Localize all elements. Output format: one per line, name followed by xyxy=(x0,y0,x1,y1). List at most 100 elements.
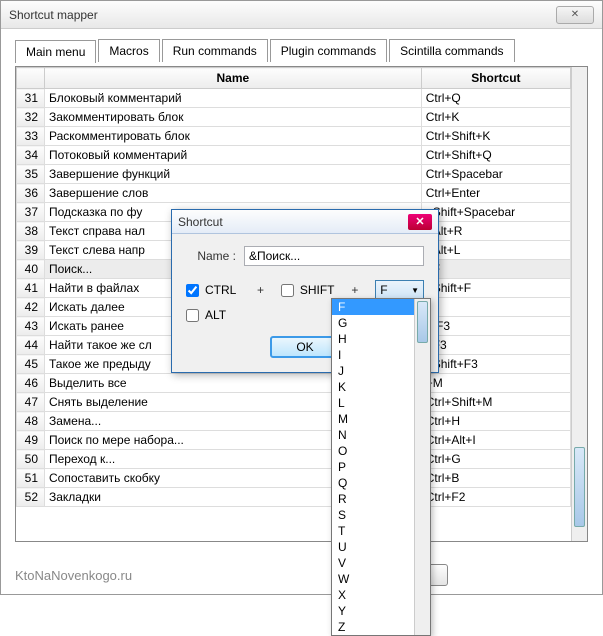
dropdown-option[interactable]: S xyxy=(332,507,414,523)
chevron-down-icon: ▼ xyxy=(411,286,419,295)
table-row[interactable]: 49Поиск по мере набора...Ctrl+Alt+I xyxy=(17,431,571,450)
dropdown-scrollbar[interactable] xyxy=(414,299,430,635)
cell-shortcut: +Shift+Spacebar xyxy=(421,203,570,222)
row-number: 41 xyxy=(17,279,45,298)
row-number: 36 xyxy=(17,184,45,203)
row-number: 37 xyxy=(17,203,45,222)
tab-main-menu[interactable]: Main menu xyxy=(15,40,96,63)
table-row[interactable]: 33Раскомментировать блокCtrl+Shift+K xyxy=(17,127,571,146)
watermark-text: KtoNaNovenkogo.ru xyxy=(15,568,132,583)
cell-shortcut: +Shift+F3 xyxy=(421,355,570,374)
name-field-input[interactable] xyxy=(244,246,424,266)
dropdown-option[interactable]: J xyxy=(332,363,414,379)
cell-shortcut: Ctrl+Alt+I xyxy=(421,431,570,450)
dropdown-option[interactable]: K xyxy=(332,379,414,395)
row-number: 42 xyxy=(17,298,45,317)
cell-shortcut xyxy=(421,298,570,317)
row-number: 35 xyxy=(17,165,45,184)
cell-shortcut: +F3 xyxy=(421,336,570,355)
table-row[interactable]: 36Завершение словCtrl+Enter xyxy=(17,184,571,203)
dropdown-option[interactable]: X xyxy=(332,587,414,603)
cell-shortcut: +Alt+L xyxy=(421,241,570,260)
row-number: 32 xyxy=(17,108,45,127)
window-close-button[interactable]: ✕ xyxy=(556,6,594,24)
dropdown-option[interactable]: Y xyxy=(332,603,414,619)
table-row[interactable]: 51Сопоставить скобкуCtrl+B xyxy=(17,469,571,488)
window-titlebar: Shortcut mapper ✕ xyxy=(1,1,602,29)
cell-shortcut: +Shift+F xyxy=(421,279,570,298)
cell-shortcut: +F xyxy=(421,260,570,279)
row-number: 45 xyxy=(17,355,45,374)
cell-shortcut: Ctrl+G xyxy=(421,450,570,469)
window-title: Shortcut mapper xyxy=(9,8,98,22)
row-number: 47 xyxy=(17,393,45,412)
table-row[interactable]: 35Завершение функцийCtrl+Spacebar xyxy=(17,165,571,184)
shortcut-header[interactable]: Shortcut xyxy=(421,68,570,89)
cell-shortcut: Ctrl+K xyxy=(421,108,570,127)
row-number: 38 xyxy=(17,222,45,241)
name-header[interactable]: Name xyxy=(45,68,422,89)
dropdown-option[interactable]: L xyxy=(332,395,414,411)
table-row[interactable]: 48Замена...Ctrl+H xyxy=(17,412,571,431)
dropdown-option[interactable]: N xyxy=(332,427,414,443)
table-row[interactable]: 31Блоковый комментарийCtrl+Q xyxy=(17,89,571,108)
dropdown-option[interactable]: R xyxy=(332,491,414,507)
table-row[interactable]: 46Выделить все+M xyxy=(17,374,571,393)
cell-name: Блоковый комментарий xyxy=(45,89,422,108)
dropdown-option[interactable]: V xyxy=(332,555,414,571)
table-row[interactable]: 50Переход к...Ctrl+G xyxy=(17,450,571,469)
cell-shortcut: Ctrl+Spacebar xyxy=(421,165,570,184)
tab-run-commands[interactable]: Run commands xyxy=(162,39,268,62)
ctrl-checkbox[interactable] xyxy=(186,284,199,297)
cell-name: Потоковый комментарий xyxy=(45,146,422,165)
dropdown-option[interactable]: H xyxy=(332,331,414,347)
table-row[interactable]: 34Потоковый комментарийCtrl+Shift+Q xyxy=(17,146,571,165)
cell-shortcut: Ctrl+F2 xyxy=(421,488,570,507)
cell-shortcut: +M xyxy=(421,374,570,393)
key-dropdown-list[interactable]: FGHIJKLMNOPQRSTUVWXYZ xyxy=(331,298,431,636)
table-row[interactable]: 32Закомментировать блокCtrl+K xyxy=(17,108,571,127)
cell-name: Раскомментировать блок xyxy=(45,127,422,146)
row-number: 33 xyxy=(17,127,45,146)
dropdown-option[interactable]: F xyxy=(332,299,414,315)
name-field-label: Name : xyxy=(186,249,244,263)
dropdown-option[interactable]: P xyxy=(332,459,414,475)
dropdown-option[interactable]: M xyxy=(332,411,414,427)
dropdown-option[interactable]: I xyxy=(332,347,414,363)
row-number: 46 xyxy=(17,374,45,393)
shift-checkbox[interactable] xyxy=(281,284,294,297)
dropdown-option[interactable]: Q xyxy=(332,475,414,491)
dropdown-option[interactable]: Z xyxy=(332,619,414,635)
row-number: 31 xyxy=(17,89,45,108)
cell-name: Завершение слов xyxy=(45,184,422,203)
tab-plugin-commands[interactable]: Plugin commands xyxy=(270,39,387,62)
dropdown-option[interactable]: U xyxy=(332,539,414,555)
tab-macros[interactable]: Macros xyxy=(98,39,159,62)
cell-shortcut: Ctrl+H xyxy=(421,412,570,431)
dropdown-option[interactable]: T xyxy=(332,523,414,539)
dropdown-option[interactable]: G xyxy=(332,315,414,331)
tab-scintilla-commands[interactable]: Scintilla commands xyxy=(389,39,514,62)
table-row[interactable]: 47Снять выделениеCtrl+Shift+M xyxy=(17,393,571,412)
row-number: 34 xyxy=(17,146,45,165)
table-row[interactable]: 52ЗакладкиCtrl+F2 xyxy=(17,488,571,507)
cell-shortcut: Ctrl+Shift+M xyxy=(421,393,570,412)
dropdown-option[interactable]: O xyxy=(332,443,414,459)
key-select[interactable]: F ▼ xyxy=(375,280,424,300)
dialog-close-button[interactable]: ✕ xyxy=(408,214,432,230)
key-select-value: F xyxy=(380,283,387,297)
plus-1: + xyxy=(255,283,266,297)
dialog-titlebar: Shortcut ✕ xyxy=(172,210,438,234)
dropdown-option[interactable]: W xyxy=(332,571,414,587)
row-number: 48 xyxy=(17,412,45,431)
shift-label: SHIFT xyxy=(300,283,335,297)
dropdown-scrollbar-thumb[interactable] xyxy=(417,301,428,343)
vertical-scrollbar[interactable] xyxy=(571,67,587,541)
alt-checkbox[interactable] xyxy=(186,309,199,322)
dialog-title-text: Shortcut xyxy=(178,215,223,229)
cell-shortcut: t+F3 xyxy=(421,317,570,336)
scrollbar-thumb[interactable] xyxy=(574,447,585,527)
cell-shortcut: Ctrl+Q xyxy=(421,89,570,108)
ok-button[interactable]: OK xyxy=(270,336,339,358)
row-number: 51 xyxy=(17,469,45,488)
